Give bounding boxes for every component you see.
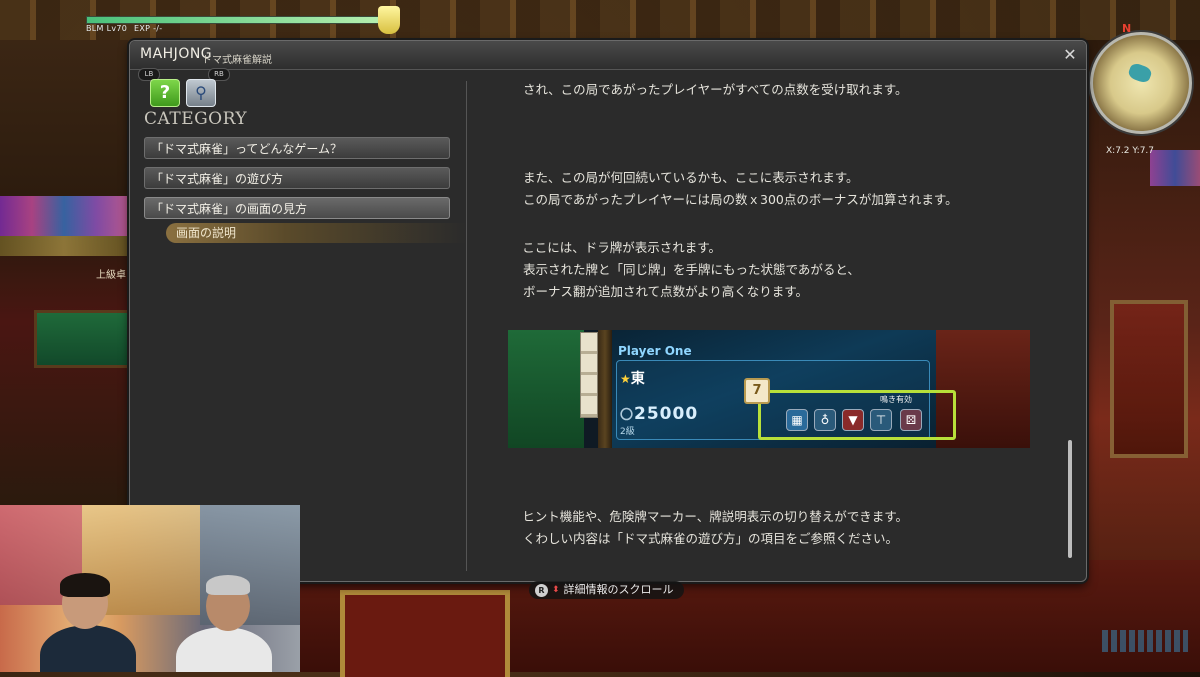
article-line: ⑦ヒント機能や、危険牌マーカー、牌説明表示の切り替えができます。 [523, 509, 908, 524]
stained-glass-window [0, 196, 128, 236]
world-sign-text: 上級卓 [96, 270, 126, 281]
window-titlebar[interactable]: MAHJONG ドマ式麻雀解説 ✕ [130, 41, 1086, 70]
help-question-icon[interactable]: ? [150, 79, 180, 107]
player-name: Player One [618, 344, 692, 358]
world-chair-back [340, 590, 510, 677]
article-line: また、この局が何回続いているかも、ここに表示されます。 [523, 170, 859, 185]
article-line: ⑥ここには、ドラ牌が表示されます。 [523, 240, 721, 255]
window-subtitle: ドマ式麻雀解説 [202, 55, 272, 66]
presenter-right-hair [206, 575, 250, 595]
performance-meter-icon [1102, 630, 1188, 652]
scroll-hint-label: 詳細情報のスクロール [563, 583, 674, 596]
stained-glass-right [1150, 150, 1200, 186]
wall-tiles [580, 332, 598, 418]
scroll-hint: R ⬍ 詳細情報のスクロール [529, 581, 684, 599]
callout-number-badge: 7 [744, 378, 770, 404]
pane-divider [466, 81, 467, 571]
category-item-what-is[interactable]: 「ドマ式麻雀」ってどんなゲーム？ [144, 137, 450, 159]
presenter-left-hair [60, 573, 110, 597]
presenter-left [40, 625, 136, 672]
coordinates: X:7.2 Y:7.7 [1106, 146, 1155, 156]
compass-north-icon: N [1122, 22, 1132, 35]
world-chair [1110, 300, 1188, 458]
category-item-how-to-play[interactable]: 「ドマ式麻雀」の遊び方 [144, 167, 450, 189]
dice-icon: ⚄ [900, 409, 922, 431]
up-down-arrows-icon: ⬍ [552, 585, 560, 595]
seat-wind-label: 東 [630, 371, 645, 387]
article-content: され、この局であがったプレイヤーがすべての点数を受け取れます。 また、この局が何… [523, 81, 1063, 561]
table-felt [508, 330, 584, 448]
exp-text: EXP -/- [134, 24, 163, 33]
category-item-screen-guide[interactable]: 「ドマ式麻雀」の画面の見方 [144, 197, 450, 219]
close-icon[interactable]: ✕ [1060, 45, 1080, 65]
webcam-overlay [0, 505, 300, 672]
seat-wind: ★東 [620, 368, 645, 388]
exp-bar [86, 16, 400, 24]
player-score-value: 25000 [634, 404, 699, 424]
star-icon: ★ [620, 372, 631, 386]
article-line: この局であがったプレイヤーには局の数ｘ300点のボーナスが加算されます。 [523, 192, 958, 207]
article-paragraph-round-count: また、この局が何回続いているかも、ここに表示されます。 この局であがったプレイヤ… [523, 167, 958, 211]
triangle-icon: ▼ [842, 409, 864, 431]
minimap[interactable] [1090, 32, 1192, 134]
hint-icon: ▦ [786, 409, 808, 431]
player-pin-icon [1126, 61, 1154, 85]
example-screenshot: Player One ★東 〇25000 2級 7 鳴き有効 ▦ ♁ ▼ ⊤ ⚄ [508, 330, 1030, 448]
article-line: くわしい内容は「ドマ式麻雀の遊び方」の項目をご参照ください。 [523, 531, 899, 546]
article-paragraph-dora: ⑥ここには、ドラ牌が表示されます。 表示された牌と「同じ牌」を手牌にもった状態で… [523, 237, 860, 303]
article-line: ボーナス翻が追加されて点数がより高くなります。 [523, 284, 809, 299]
player-score: 〇25000 [620, 404, 698, 424]
mahjong-table [34, 310, 134, 368]
mahjong-guide-window: MAHJONG ドマ式麻雀解説 ✕ LB RB ? ⚲ CATEGORY 「ドマ… [129, 40, 1087, 582]
article-text-top: され、この局であがったプレイヤーがすべての点数を受け取れます。 [523, 82, 908, 97]
content-scrollbar[interactable] [1068, 440, 1072, 558]
search-magnifier-icon[interactable]: ⚲ [186, 79, 216, 107]
article-line: 表示された牌と「同じ牌」を手牌にもった状態であがると、 [523, 262, 860, 277]
category-heading: CATEGORY [144, 109, 248, 129]
job-level: BLM Lv70 [86, 24, 128, 33]
presenter-right [176, 627, 272, 672]
category-subitem-screen-explanation[interactable]: 画面の説明 [166, 223, 466, 243]
exp-bar-cap-icon [378, 6, 400, 34]
player-rank: 2級 [620, 427, 635, 437]
toggle-label: 鳴き有効 [880, 395, 912, 404]
point-stick-icon: 〇 [620, 408, 635, 423]
danger-marker-icon: ♁ [814, 409, 836, 431]
table-edge [598, 330, 612, 448]
article-paragraph-hints: ⑦ヒント機能や、危険牌マーカー、牌説明表示の切り替えができます。 くわしい内容は… [523, 506, 908, 550]
light-strip [0, 236, 128, 256]
r-stick-icon: R [535, 583, 548, 597]
tile-info-icon: ⊤ [870, 409, 892, 431]
